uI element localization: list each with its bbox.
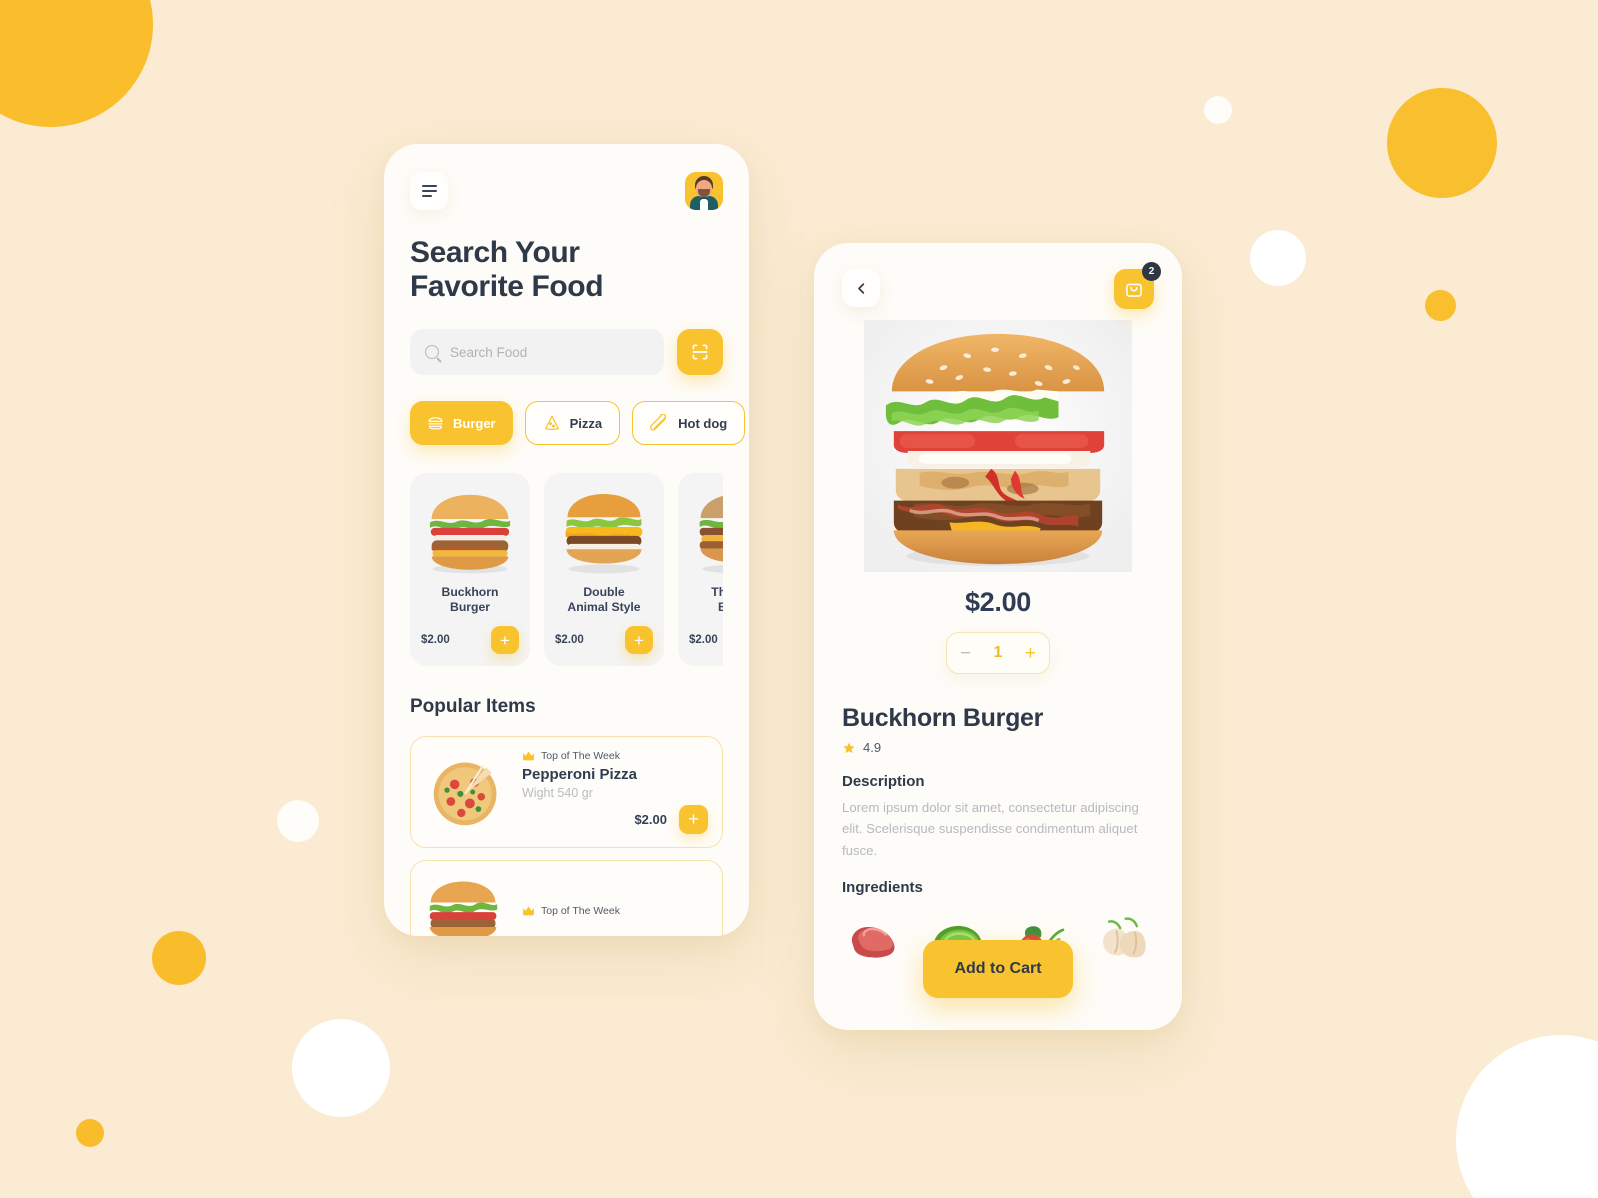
search-box[interactable] (410, 329, 664, 376)
hamburger-menu-icon (421, 189, 437, 193)
onions-icon (1103, 917, 1146, 958)
quantity-value: 1 (993, 644, 1003, 661)
decor-circle-white-corner (1456, 1035, 1598, 1198)
category-chip-label: Burger (453, 415, 496, 431)
food-card-price: $2.00 (421, 634, 450, 647)
product-detail-screen: 2 $2.00 − 1 + Buckhorn Burger 4.9 Descri… (814, 243, 1182, 1030)
qr-scan-button[interactable] (677, 329, 723, 376)
ingredients-row: Add to Cart (842, 904, 1154, 999)
decor-circle-top-left (0, 0, 153, 127)
product-hero-image (842, 315, 1154, 577)
the-love-burger-illustration (699, 496, 723, 574)
food-card[interactable]: The Love Burger $2.00 + (678, 473, 723, 667)
description-heading: Description (842, 773, 925, 790)
cart-button-wrapper: 2 (1114, 262, 1161, 309)
description-text: Lorem ipsum dolor sit amet, consectetur … (842, 800, 1139, 858)
decor-circle-yellow-mid (1425, 290, 1456, 321)
buckhorn-burger-photo (864, 320, 1132, 572)
category-chips: Burger Pizza Hot dog (410, 401, 746, 446)
food-card-price: $2.00 (689, 634, 718, 647)
list-item[interactable]: Top of The Week Pepperoni Pizza Wight 54… (410, 736, 723, 849)
rating-value: 4.9 (863, 740, 882, 755)
home-header (410, 172, 723, 210)
category-chip-pizza[interactable]: Pizza (524, 401, 621, 446)
quantity-stepper[interactable]: − 1 + (946, 632, 1050, 674)
decor-circle-top-small-white (1204, 96, 1232, 124)
food-card-name: Buckhorn Burger (441, 585, 499, 615)
quantity-decrease-button[interactable]: − (960, 644, 971, 663)
avatar[interactable] (685, 172, 723, 210)
quantity-increase-button[interactable]: + (1025, 644, 1036, 663)
cart-badge: 2 (1142, 262, 1161, 281)
buckhorn-burger-illustration (429, 495, 511, 574)
category-chip-label: Pizza (569, 415, 603, 431)
ingredient-item[interactable] (842, 909, 906, 971)
add-to-cart-button[interactable]: Add to Cart (923, 940, 1073, 999)
star-icon (843, 741, 855, 753)
qr-scan-icon (692, 344, 708, 360)
product-name: Buckhorn Burger (842, 704, 1044, 732)
hamburger-menu-icon (421, 184, 437, 188)
shopping-bag-icon (1126, 283, 1142, 297)
food-card-image (555, 485, 653, 577)
food-card[interactable]: Double Animal Style $2.00 + (544, 473, 664, 667)
burger-icon (428, 416, 443, 430)
page-title: Search Your Favorite Food (410, 236, 604, 303)
category-chip-hotdog[interactable]: Hot dog (632, 401, 746, 446)
background-decoration (0, 0, 1598, 1198)
decor-circle-yellow-bottom (152, 931, 206, 985)
hotdog-icon (650, 413, 667, 431)
category-chip-burger[interactable]: Burger (410, 401, 513, 446)
food-card[interactable]: Buckhorn Burger $2.00 + (410, 473, 530, 667)
list-item-badge-label: Top of The Week (541, 750, 620, 763)
decor-circle-top-right (1387, 88, 1497, 198)
double-animal-style-illustration (565, 494, 643, 574)
list-item-image (425, 874, 509, 936)
add-to-cart-button[interactable]: + (491, 626, 519, 655)
product-price: $2.00 (964, 587, 1032, 617)
avatar-shirt-shape (700, 199, 708, 210)
ingredient-item[interactable] (1090, 909, 1154, 971)
list-item-name: Pepperoni Pizza (522, 766, 638, 784)
list-item-badge: Top of The Week (522, 905, 708, 917)
pepperoni-pizza-illustration (433, 762, 497, 826)
popular-items-list: Top of The Week Pepperoni Pizza Wight 54… (410, 736, 723, 936)
food-card-list: Buckhorn Burger $2.00 + Double Animal St… (410, 473, 723, 667)
chevron-left-icon (857, 282, 864, 294)
burger-illustration (429, 881, 498, 936)
search-input[interactable] (450, 344, 649, 360)
hamburger-menu-button[interactable] (410, 172, 448, 210)
rating: 4.9 (842, 740, 1154, 755)
category-chip-label: Hot dog (678, 415, 728, 431)
food-card-image (689, 485, 723, 577)
list-item-image (425, 753, 509, 831)
home-screen: Search Your Favorite Food Search Food Bu… (384, 144, 749, 936)
hamburger-menu-icon (421, 194, 432, 198)
list-item-weight: Wight 540 gr (522, 786, 593, 801)
detail-header: 2 (842, 262, 1161, 309)
crown-icon (523, 751, 534, 761)
decor-circle-white-right (1250, 230, 1306, 286)
beef-meat-icon (851, 927, 895, 958)
back-button[interactable] (842, 269, 880, 307)
decor-circle-yellow-small (76, 1119, 104, 1147)
list-item[interactable]: Top of The Week (410, 860, 723, 936)
food-card-name: Double Animal Style (567, 585, 641, 615)
food-card-price: $2.00 (555, 634, 584, 647)
decor-circle-white-bottom (292, 1019, 390, 1117)
food-card-image (421, 485, 519, 577)
pizza-icon (544, 415, 559, 431)
list-item-badge-label: Top of The Week (541, 905, 620, 918)
decor-circle-white-left (277, 800, 319, 842)
list-item-price: $2.00 (634, 812, 667, 828)
search-icon (425, 345, 439, 360)
search-row (410, 329, 723, 376)
popular-items-title: Popular Items (410, 696, 536, 718)
list-item-badge: Top of The Week (522, 750, 708, 762)
add-to-cart-button[interactable]: + (679, 805, 708, 835)
food-card-name: The Love Burger (711, 585, 723, 615)
ingredients-heading: Ingredients (842, 879, 923, 897)
crown-icon (523, 906, 534, 916)
add-to-cart-button[interactable]: + (625, 626, 653, 655)
